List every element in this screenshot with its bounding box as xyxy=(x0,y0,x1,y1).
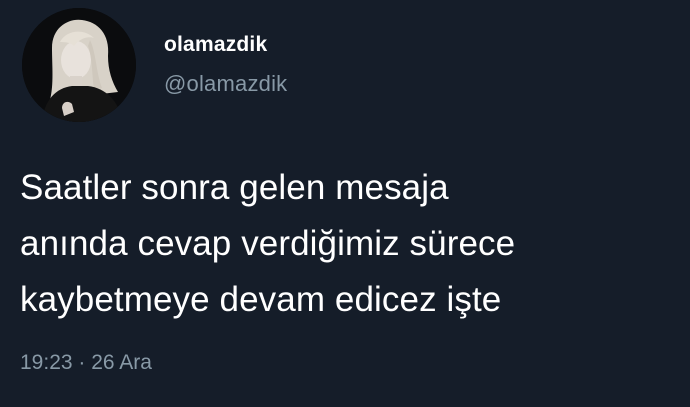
avatar-photo-icon xyxy=(22,8,136,122)
tweet-card: olamazdik @olamazdik Saatler sonra gelen… xyxy=(0,0,690,407)
tweet-timestamp[interactable]: 19:23 · 26 Ara xyxy=(20,351,152,375)
profile-avatar[interactable] xyxy=(22,8,136,122)
timestamp-separator: · xyxy=(72,351,92,374)
tweet-text: Saatler sonra gelen mesaja anında cevap … xyxy=(20,168,516,319)
user-handle[interactable]: @olamazdik xyxy=(164,71,287,97)
display-name[interactable]: olamazdik xyxy=(164,33,267,57)
tweet-date: 26 Ara xyxy=(91,351,152,374)
tweet-time: 19:23 xyxy=(20,351,73,374)
